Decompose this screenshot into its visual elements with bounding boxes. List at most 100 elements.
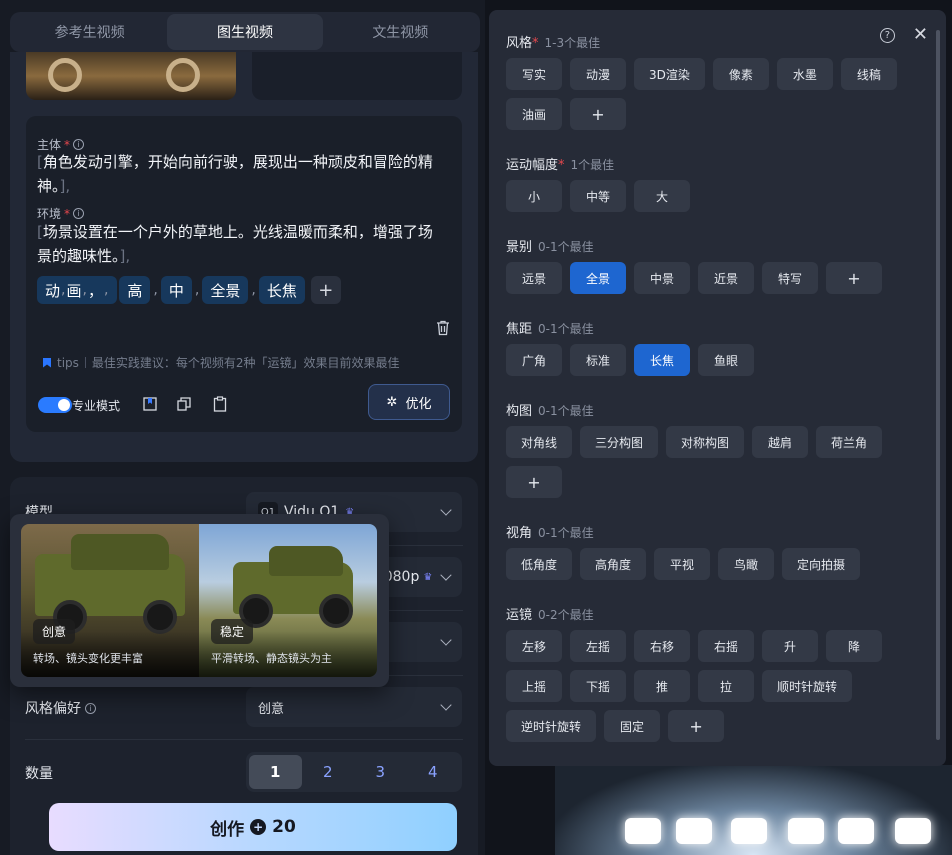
- option-chip[interactable]: 对角线: [506, 426, 573, 458]
- bookmark-save-icon[interactable]: [142, 396, 158, 412]
- style-preference-select[interactable]: 创意: [246, 687, 462, 727]
- info-icon[interactable]: i: [73, 139, 85, 150]
- option-chip[interactable]: 高角度: [580, 548, 647, 580]
- option-chip[interactable]: 近景: [698, 262, 754, 294]
- option-row: 油画 +: [506, 98, 626, 130]
- option-chip[interactable]: 上摇: [506, 670, 562, 702]
- section-title: 焦距 0-1个最佳: [506, 322, 594, 337]
- keyword-chip[interactable]: 全景: [202, 276, 249, 304]
- section-title: 视角 0-1个最佳: [506, 526, 594, 541]
- tab-reference-video[interactable]: 参考生视频: [12, 14, 167, 50]
- uploaded-image-thumbnail[interactable]: [26, 52, 236, 100]
- option-chip[interactable]: 线稿: [840, 58, 897, 90]
- quantity-option[interactable]: 1: [249, 755, 302, 789]
- option-chip[interactable]: 右移: [634, 630, 690, 662]
- option-chip[interactable]: 顺时针旋转: [762, 670, 853, 702]
- tab-text-to-video[interactable]: 文生视频: [323, 14, 478, 50]
- option-chip[interactable]: 水墨: [776, 58, 833, 90]
- jeep-cabin-shape: [71, 534, 169, 570]
- chevron-down-icon: [440, 634, 452, 646]
- info-icon[interactable]: i: [85, 702, 96, 714]
- style-preference-popup: 创意 转场、镜头变化更丰富 稳定 平滑转场、静态镜头为主: [10, 514, 389, 687]
- option-chip[interactable]: 右摇: [698, 630, 754, 662]
- add-option-button[interactable]: +: [570, 98, 626, 130]
- close-icon[interactable]: ✕: [913, 26, 928, 44]
- keyword-chip[interactable]: 中: [160, 276, 192, 304]
- option-chip[interactable]: 拉: [698, 670, 754, 702]
- environment-text[interactable]: [场景设置在一个户外的草地上。光线温暖而柔和，增强了场景的趣味性。],: [37, 220, 447, 268]
- option-chip[interactable]: 大: [634, 180, 690, 212]
- quantity-option[interactable]: 4: [407, 755, 460, 789]
- option-chip[interactable]: 鱼眼: [698, 344, 754, 376]
- option-chip[interactable]: 标准: [570, 344, 626, 376]
- add-option-button[interactable]: +: [826, 262, 882, 294]
- option-chip[interactable]: 三分构图: [580, 426, 659, 458]
- quantity-option[interactable]: 2: [302, 755, 355, 789]
- option-chip[interactable]: 动漫: [570, 58, 626, 90]
- option-chip[interactable]: 中等: [570, 180, 626, 212]
- keyword-chip[interactable]: 长焦: [258, 276, 305, 304]
- light-shape: [895, 818, 931, 844]
- option-chip[interactable]: 下摇: [570, 670, 626, 702]
- light-shape: [625, 818, 661, 844]
- quantity-label: 数量: [25, 766, 53, 782]
- option-chip[interactable]: 平视: [654, 548, 711, 580]
- option-chip[interactable]: 对称构图: [666, 426, 745, 458]
- section-title: 运镜 0-2个最佳: [506, 608, 594, 623]
- option-chip[interactable]: 写实: [506, 58, 562, 90]
- image-upload-slot[interactable]: [252, 52, 462, 100]
- option-chip[interactable]: 特写: [762, 262, 818, 294]
- keyword-chips: 动, 画,，, 高 , 中 , 全景 , 长焦 +: [37, 276, 341, 304]
- help-icon[interactable]: ?: [879, 27, 895, 43]
- mode-tabs: 参考生视频 图生视频 文生视频: [10, 12, 480, 52]
- style-option-stable[interactable]: 稳定 平滑转场、静态镜头为主: [199, 524, 377, 677]
- option-chip[interactable]: 小: [506, 180, 562, 212]
- clipboard-icon[interactable]: [212, 396, 228, 412]
- option-chip[interactable]: 油画: [506, 98, 562, 130]
- option-chip[interactable]: 像素: [712, 58, 769, 90]
- tab-image-to-video[interactable]: 图生视频: [167, 14, 323, 50]
- option-chip[interactable]: 低角度: [506, 548, 573, 580]
- option-chip[interactable]: 固定: [604, 710, 661, 742]
- option-chip[interactable]: 左摇: [570, 630, 626, 662]
- option-chip[interactable]: 越肩: [752, 426, 809, 458]
- subject-text[interactable]: [角色发动引擎，开始向前行驶，展现出一种顽皮和冒险的精神。],: [37, 150, 447, 198]
- option-chip[interactable]: 3D渲染: [634, 58, 705, 90]
- prompt-box[interactable]: 主体 * i [角色发动引擎，开始向前行驶，展现出一种顽皮和冒险的精神。], 环境…: [26, 116, 462, 432]
- option-chip[interactable]: 逆时针旋转: [506, 710, 597, 742]
- copy-icon[interactable]: [176, 396, 192, 412]
- keyword-chip[interactable]: 动, 画,，,: [37, 276, 118, 304]
- option-chip[interactable]: 全景: [570, 262, 626, 294]
- info-icon[interactable]: i: [73, 208, 85, 219]
- add-option-button[interactable]: +: [506, 466, 562, 498]
- option-chip[interactable]: 推: [634, 670, 690, 702]
- option-chip[interactable]: 中景: [634, 262, 690, 294]
- jeep-cabin-shape: [269, 546, 343, 576]
- quantity-option[interactable]: 3: [354, 755, 407, 789]
- section-title: 运动幅度 * 1个最佳: [506, 158, 615, 173]
- trash-icon[interactable]: [436, 320, 450, 336]
- quantity-selector: 1 2 3 4: [246, 752, 462, 792]
- chevron-down-icon: [440, 504, 452, 516]
- style-preference-label: 风格偏好 i: [25, 698, 96, 718]
- chevron-down-icon: [440, 699, 452, 711]
- add-option-button[interactable]: +: [668, 710, 725, 742]
- wheel-shape: [48, 58, 82, 92]
- option-chip[interactable]: 定向拍摄: [782, 548, 861, 580]
- pro-mode-toggle[interactable]: [38, 397, 72, 413]
- option-chip[interactable]: 升: [762, 630, 818, 662]
- option-chip[interactable]: 鸟瞰: [718, 548, 775, 580]
- option-chip[interactable]: 远景: [506, 262, 562, 294]
- option-chip[interactable]: 左移: [506, 630, 562, 662]
- add-keyword-button[interactable]: +: [310, 276, 341, 304]
- option-chip[interactable]: 荷兰角: [816, 426, 883, 458]
- keyword-chip[interactable]: 高: [119, 276, 151, 304]
- optimize-button[interactable]: ✲ 优化: [368, 384, 450, 420]
- prompt-options-panel: ? ✕ 风格 * 1-3个最佳 写实 动漫 3D渲染 像素 水墨 线稿 油画 + 运动幅度 * 1个最佳小…: [489, 10, 946, 766]
- option-chip[interactable]: 降: [826, 630, 882, 662]
- style-option-creative[interactable]: 创意 转场、镜头变化更丰富: [21, 524, 199, 677]
- option-chip[interactable]: 长焦: [634, 344, 690, 376]
- scrollbar[interactable]: [936, 30, 940, 740]
- create-button[interactable]: 创作 + 20: [49, 803, 457, 851]
- option-chip[interactable]: 广角: [506, 344, 562, 376]
